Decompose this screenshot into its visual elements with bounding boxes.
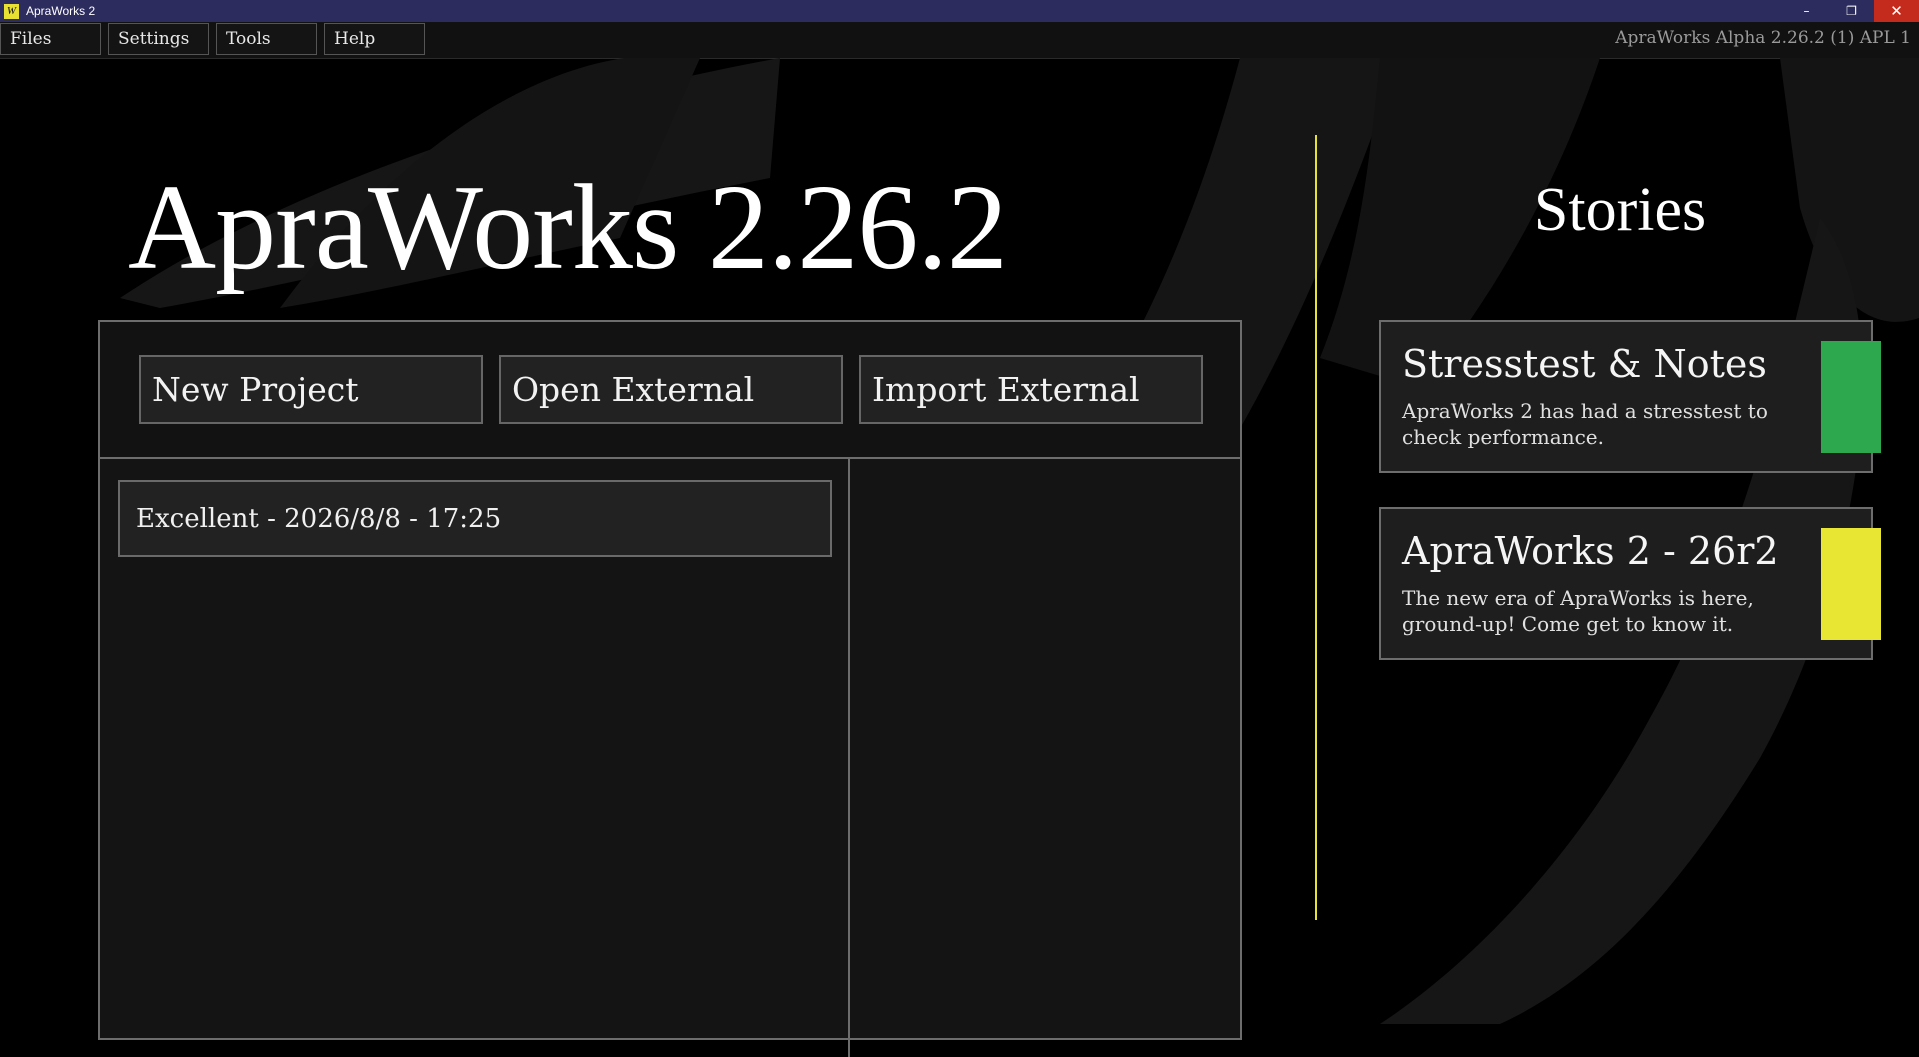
- import-external-button[interactable]: Import External: [859, 355, 1203, 424]
- menu-settings[interactable]: Settings: [108, 23, 209, 55]
- window-titlebar[interactable]: W ApraWorks 2 – ❐ ✕: [0, 0, 1919, 22]
- page-title: ApraWorks 2.26.2: [128, 160, 1008, 295]
- story-title: Stresstest & Notes: [1402, 342, 1767, 386]
- action-bar: New Project Open External Import Externa…: [100, 322, 1240, 459]
- story-card[interactable]: ApraWorks 2 - 26r2 The new era of ApraWo…: [1379, 507, 1881, 660]
- app-logo-icon: W: [3, 2, 20, 20]
- close-button[interactable]: ✕: [1874, 0, 1919, 22]
- stories-heading: Stories: [1533, 176, 1707, 244]
- menu-files[interactable]: Files: [0, 23, 101, 55]
- version-label: ApraWorks Alpha 2.26.2 (1) APL 1: [1615, 28, 1911, 48]
- minimize-button[interactable]: –: [1784, 0, 1829, 22]
- menu-bar: Files Settings Tools Help ApraWorks Alph…: [0, 22, 1919, 59]
- story-description: ApraWorks 2 has had a stresstest to chec…: [1402, 399, 1768, 449]
- projects-panel: New Project Open External Import Externa…: [98, 320, 1242, 1057]
- story-title: ApraWorks 2 - 26r2: [1402, 529, 1779, 573]
- story-card[interactable]: Stresstest & Notes ApraWorks 2 has had a…: [1379, 320, 1881, 473]
- new-project-button[interactable]: New Project: [139, 355, 483, 424]
- window-controls: – ❐ ✕: [1784, 0, 1919, 22]
- recent-projects-list[interactable]: Excellent - 2026/8/8 - 17:25: [100, 457, 850, 1057]
- section-divider: [1315, 135, 1317, 920]
- story-description: The new era of ApraWorks is here, ground…: [1402, 586, 1754, 636]
- window-title: ApraWorks 2: [26, 4, 96, 18]
- story-color-tag: [1821, 341, 1881, 453]
- project-item[interactable]: Excellent - 2026/8/8 - 17:25: [118, 480, 832, 557]
- open-external-button[interactable]: Open External: [499, 355, 843, 424]
- menu-help[interactable]: Help: [324, 23, 425, 55]
- restore-button[interactable]: ❐: [1829, 0, 1874, 22]
- story-color-tag: [1821, 528, 1881, 640]
- menu-tools[interactable]: Tools: [216, 23, 317, 55]
